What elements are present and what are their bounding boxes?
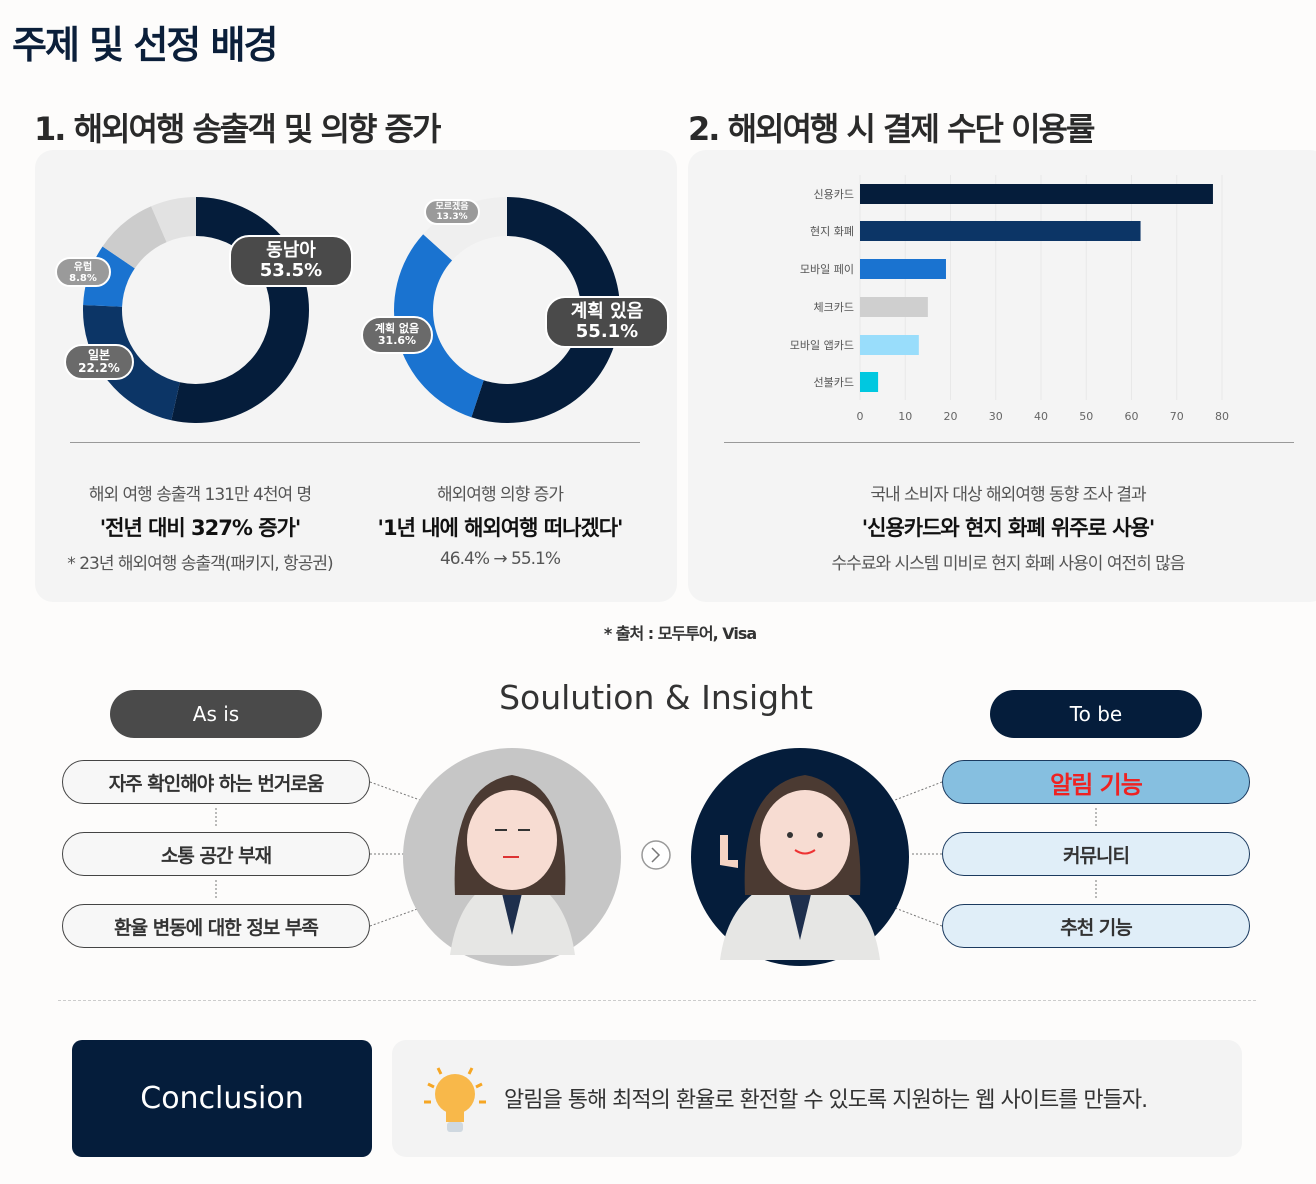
bar — [860, 335, 919, 355]
to-be-item: 커뮤니티 — [942, 832, 1250, 876]
as-is-tag: As is — [110, 690, 322, 738]
to-be-tag: To be — [990, 690, 1202, 738]
x-tick-label: 20 — [944, 410, 958, 423]
insight-title: Soulution & Insight — [499, 678, 813, 717]
conclusion-text: 알림을 통해 최적의 환율로 환전할 수 있도록 지원하는 웹 사이트를 만들자… — [504, 1088, 1148, 1113]
donut1-label-japan: 일본 22.2% — [64, 344, 134, 380]
bar — [860, 259, 946, 279]
donut2-label-plan: 계획 있음 55.1% — [545, 296, 669, 348]
right-highlight: '1년 내에 해외여행 떠나겠다' — [377, 516, 624, 540]
category-label: 체크카드 — [814, 301, 854, 314]
survey-caption: 국내 소비자 대상 해외여행 동향 조사 결과 — [870, 485, 1146, 505]
donut2-label-no-plan: 계획 없음 31.6% — [361, 316, 433, 354]
category-label: 모바일 페이 — [800, 262, 854, 276]
x-tick-label: 30 — [989, 410, 1003, 423]
character-illustrations — [403, 748, 909, 966]
x-tick-label: 40 — [1034, 410, 1048, 423]
category-label: 선불카드 — [814, 376, 854, 389]
left-highlight: '전년 대비 327% 증가' — [99, 516, 302, 540]
bar — [860, 221, 1141, 241]
survey-highlight: '신용카드와 현지 화폐 위주로 사용' — [861, 516, 1156, 540]
conclusion-label: Conclusion — [72, 1040, 372, 1157]
divider — [58, 1000, 1256, 1001]
chevron-right-icon — [641, 840, 671, 870]
category-label: 신용카드 — [814, 188, 854, 201]
category-label: 모바일 앱카드 — [790, 338, 854, 352]
x-tick-label: 0 — [857, 410, 864, 423]
source-note: * 출처 : 모두투어, Visa — [603, 624, 757, 643]
conclusion-box: 알림을 통해 최적의 환율로 환전할 수 있도록 지원하는 웹 사이트를 만들자… — [392, 1040, 1242, 1157]
donut2-label-unsure: 모르겠음 13.3% — [424, 199, 480, 225]
to-be-item-highlight: 알림 기능 — [942, 760, 1250, 804]
happy-character-illustration — [691, 748, 909, 966]
right-note: 46.4% → 55.1% — [439, 549, 561, 569]
survey-note: 수수료와 시스템 미비로 현지 화폐 사용이 여전히 많음 — [831, 554, 1186, 574]
as-is-item: 자주 확인해야 하는 번거로움 — [62, 760, 370, 804]
divider — [70, 442, 640, 443]
as-is-item: 소통 공간 부재 — [62, 832, 370, 876]
bar — [860, 372, 879, 392]
donut1-label-sea: 동남아 53.5% — [229, 235, 353, 287]
x-tick-label: 50 — [1079, 410, 1093, 423]
divider — [724, 442, 1294, 443]
left-caption: 해외 여행 송출객 131만 4천여 명 — [88, 485, 312, 505]
lightbulb-icon — [424, 1067, 486, 1132]
category-label: 현지 화폐 — [810, 225, 854, 238]
as-is-item: 환율 변동에 대한 정보 부족 — [62, 904, 370, 948]
tired-character-illustration — [403, 748, 621, 966]
x-tick-label: 70 — [1170, 410, 1184, 423]
charts-svg: 0 10 20 30 40 50 60 70 80 신용카드현지 화폐모바일 페이체크카드모바일 … — [82, 175, 1229, 423]
left-note: * 23년 해외여행 송출객(패키지, 항공권) — [67, 554, 333, 574]
bar — [860, 184, 1213, 204]
x-tick-label: 60 — [1125, 410, 1139, 423]
bar — [860, 297, 928, 317]
x-tick-label: 80 — [1215, 410, 1229, 423]
x-tick-label: 10 — [898, 410, 912, 423]
donut1-label-europe: 유럽 8.8% — [55, 257, 111, 287]
to-be-item: 추천 기능 — [942, 904, 1250, 948]
right-caption: 해외여행 의향 증가 — [437, 485, 564, 505]
